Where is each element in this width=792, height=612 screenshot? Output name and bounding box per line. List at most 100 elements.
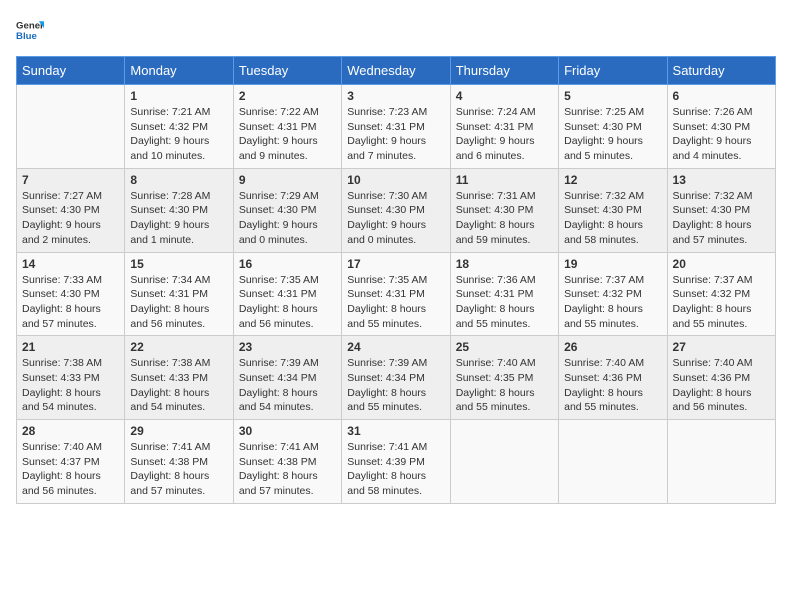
day-number: 24: [347, 340, 444, 354]
day-cell: 26 Sunrise: 7:40 AM Sunset: 4:36 PM Dayli…: [559, 336, 667, 420]
day-number: 4: [456, 89, 553, 103]
week-row-3: 14Sunrise: 7:33 AM Sunset: 4:30 PM Dayli…: [17, 252, 776, 336]
svg-text:Blue: Blue: [16, 31, 37, 42]
day-cell: 12 Sunrise: 7:32 AM Sunset: 4:30 PM Dayli…: [559, 168, 667, 252]
day-number: 2: [239, 89, 336, 103]
day-info: Sunrise: 7:36 AM Sunset: 4:31 PM Dayligh…: [456, 273, 553, 332]
day-number: 27: [673, 340, 770, 354]
day-number: 21: [22, 340, 119, 354]
day-info: Sunrise: 7:33 AM Sunset: 4:30 PM Dayligh…: [22, 273, 119, 332]
day-info: Sunrise: 7:40 AM Sunset: 4:36 PM Dayligh…: [564, 356, 661, 415]
day-cell: 14Sunrise: 7:33 AM Sunset: 4:30 PM Dayli…: [17, 252, 125, 336]
page-header: General Blue: [16, 16, 776, 44]
week-row-4: 21 Sunrise: 7:38 AM Sunset: 4:33 PM Dayli…: [17, 336, 776, 420]
day-info: Sunrise: 7:30 AM Sunset: 4:30 PM Dayligh…: [347, 189, 444, 248]
day-cell: 10 Sunrise: 7:30 AM Sunset: 4:30 PM Dayli…: [342, 168, 450, 252]
day-cell: 22 Sunrise: 7:38 AM Sunset: 4:33 PM Dayli…: [125, 336, 233, 420]
day-info: Sunrise: 7:40 AM Sunset: 4:37 PM Dayligh…: [22, 440, 119, 499]
day-cell: 11 Sunrise: 7:31 AM Sunset: 4:30 PM Dayli…: [450, 168, 558, 252]
day-info: Sunrise: 7:27 AM Sunset: 4:30 PM Dayligh…: [22, 189, 119, 248]
day-number: 7: [22, 173, 119, 187]
day-cell: [17, 85, 125, 169]
day-number: 19: [564, 257, 661, 271]
day-number: 12: [564, 173, 661, 187]
day-cell: 6Sunrise: 7:26 AM Sunset: 4:30 PM Daylig…: [667, 85, 775, 169]
day-info: Sunrise: 7:23 AM Sunset: 4:31 PM Dayligh…: [347, 105, 444, 164]
day-info: Sunrise: 7:37 AM Sunset: 4:32 PM Dayligh…: [673, 273, 770, 332]
day-number: 22: [130, 340, 227, 354]
day-number: 8: [130, 173, 227, 187]
day-info: Sunrise: 7:39 AM Sunset: 4:34 PM Dayligh…: [347, 356, 444, 415]
day-number: 15: [130, 257, 227, 271]
day-cell: 27 Sunrise: 7:40 AM Sunset: 4:36 PM Dayli…: [667, 336, 775, 420]
day-number: 18: [456, 257, 553, 271]
header-monday: Monday: [125, 57, 233, 85]
day-cell: 24 Sunrise: 7:39 AM Sunset: 4:34 PM Dayli…: [342, 336, 450, 420]
day-info: Sunrise: 7:24 AM Sunset: 4:31 PM Dayligh…: [456, 105, 553, 164]
day-cell: 29Sunrise: 7:41 AM Sunset: 4:38 PM Dayli…: [125, 420, 233, 504]
logo-icon: General Blue: [16, 16, 44, 44]
day-cell: 9Sunrise: 7:29 AM Sunset: 4:30 PM Daylig…: [233, 168, 341, 252]
day-number: 13: [673, 173, 770, 187]
day-cell: 8 Sunrise: 7:28 AM Sunset: 4:30 PM Daylig…: [125, 168, 233, 252]
day-cell: [559, 420, 667, 504]
day-cell: 2 Sunrise: 7:22 AM Sunset: 4:31 PM Daylig…: [233, 85, 341, 169]
day-cell: 17Sunrise: 7:35 AM Sunset: 4:31 PM Dayli…: [342, 252, 450, 336]
day-number: 5: [564, 89, 661, 103]
day-cell: 16 Sunrise: 7:35 AM Sunset: 4:31 PM Dayli…: [233, 252, 341, 336]
day-info: Sunrise: 7:32 AM Sunset: 4:30 PM Dayligh…: [673, 189, 770, 248]
day-info: Sunrise: 7:22 AM Sunset: 4:31 PM Dayligh…: [239, 105, 336, 164]
week-row-2: 7 Sunrise: 7:27 AM Sunset: 4:30 PM Daylig…: [17, 168, 776, 252]
day-cell: 5 Sunrise: 7:25 AM Sunset: 4:30 PM Daylig…: [559, 85, 667, 169]
day-info: Sunrise: 7:41 AM Sunset: 4:39 PM Dayligh…: [347, 440, 444, 499]
day-cell: 30Sunrise: 7:41 AM Sunset: 4:38 PM Dayli…: [233, 420, 341, 504]
logo: General Blue: [16, 16, 44, 44]
day-info: Sunrise: 7:21 AM Sunset: 4:32 PM Dayligh…: [130, 105, 227, 164]
day-cell: 25Sunrise: 7:40 AM Sunset: 4:35 PM Dayli…: [450, 336, 558, 420]
day-info: Sunrise: 7:39 AM Sunset: 4:34 PM Dayligh…: [239, 356, 336, 415]
day-info: Sunrise: 7:35 AM Sunset: 4:31 PM Dayligh…: [239, 273, 336, 332]
day-number: 10: [347, 173, 444, 187]
day-cell: 28 Sunrise: 7:40 AM Sunset: 4:37 PM Dayli…: [17, 420, 125, 504]
day-cell: 23 Sunrise: 7:39 AM Sunset: 4:34 PM Dayli…: [233, 336, 341, 420]
day-number: 23: [239, 340, 336, 354]
header-tuesday: Tuesday: [233, 57, 341, 85]
day-info: Sunrise: 7:40 AM Sunset: 4:36 PM Dayligh…: [673, 356, 770, 415]
day-number: 11: [456, 173, 553, 187]
day-number: 9: [239, 173, 336, 187]
header-friday: Friday: [559, 57, 667, 85]
day-number: 28: [22, 424, 119, 438]
day-number: 29: [130, 424, 227, 438]
day-number: 30: [239, 424, 336, 438]
calendar-body: 1 Sunrise: 7:21 AM Sunset: 4:32 PM Daylig…: [17, 85, 776, 504]
day-info: Sunrise: 7:38 AM Sunset: 4:33 PM Dayligh…: [22, 356, 119, 415]
day-info: Sunrise: 7:31 AM Sunset: 4:30 PM Dayligh…: [456, 189, 553, 248]
calendar-header: SundayMondayTuesdayWednesdayThursdayFrid…: [17, 57, 776, 85]
header-row: SundayMondayTuesdayWednesdayThursdayFrid…: [17, 57, 776, 85]
day-info: Sunrise: 7:28 AM Sunset: 4:30 PM Dayligh…: [130, 189, 227, 248]
calendar-table: SundayMondayTuesdayWednesdayThursdayFrid…: [16, 56, 776, 504]
day-number: 20: [673, 257, 770, 271]
day-info: Sunrise: 7:38 AM Sunset: 4:33 PM Dayligh…: [130, 356, 227, 415]
header-wednesday: Wednesday: [342, 57, 450, 85]
day-cell: 18 Sunrise: 7:36 AM Sunset: 4:31 PM Dayli…: [450, 252, 558, 336]
day-cell: [667, 420, 775, 504]
header-thursday: Thursday: [450, 57, 558, 85]
header-sunday: Sunday: [17, 57, 125, 85]
day-cell: 19Sunrise: 7:37 AM Sunset: 4:32 PM Dayli…: [559, 252, 667, 336]
header-saturday: Saturday: [667, 57, 775, 85]
day-number: 17: [347, 257, 444, 271]
day-info: Sunrise: 7:32 AM Sunset: 4:30 PM Dayligh…: [564, 189, 661, 248]
day-info: Sunrise: 7:25 AM Sunset: 4:30 PM Dayligh…: [564, 105, 661, 164]
day-cell: 20 Sunrise: 7:37 AM Sunset: 4:32 PM Dayli…: [667, 252, 775, 336]
day-number: 16: [239, 257, 336, 271]
day-cell: 4 Sunrise: 7:24 AM Sunset: 4:31 PM Daylig…: [450, 85, 558, 169]
day-cell: 15Sunrise: 7:34 AM Sunset: 4:31 PM Dayli…: [125, 252, 233, 336]
day-number: 1: [130, 89, 227, 103]
day-number: 26: [564, 340, 661, 354]
day-cell: 1 Sunrise: 7:21 AM Sunset: 4:32 PM Daylig…: [125, 85, 233, 169]
day-info: Sunrise: 7:26 AM Sunset: 4:30 PM Dayligh…: [673, 105, 770, 164]
day-number: 31: [347, 424, 444, 438]
day-cell: 21 Sunrise: 7:38 AM Sunset: 4:33 PM Dayli…: [17, 336, 125, 420]
day-number: 25: [456, 340, 553, 354]
